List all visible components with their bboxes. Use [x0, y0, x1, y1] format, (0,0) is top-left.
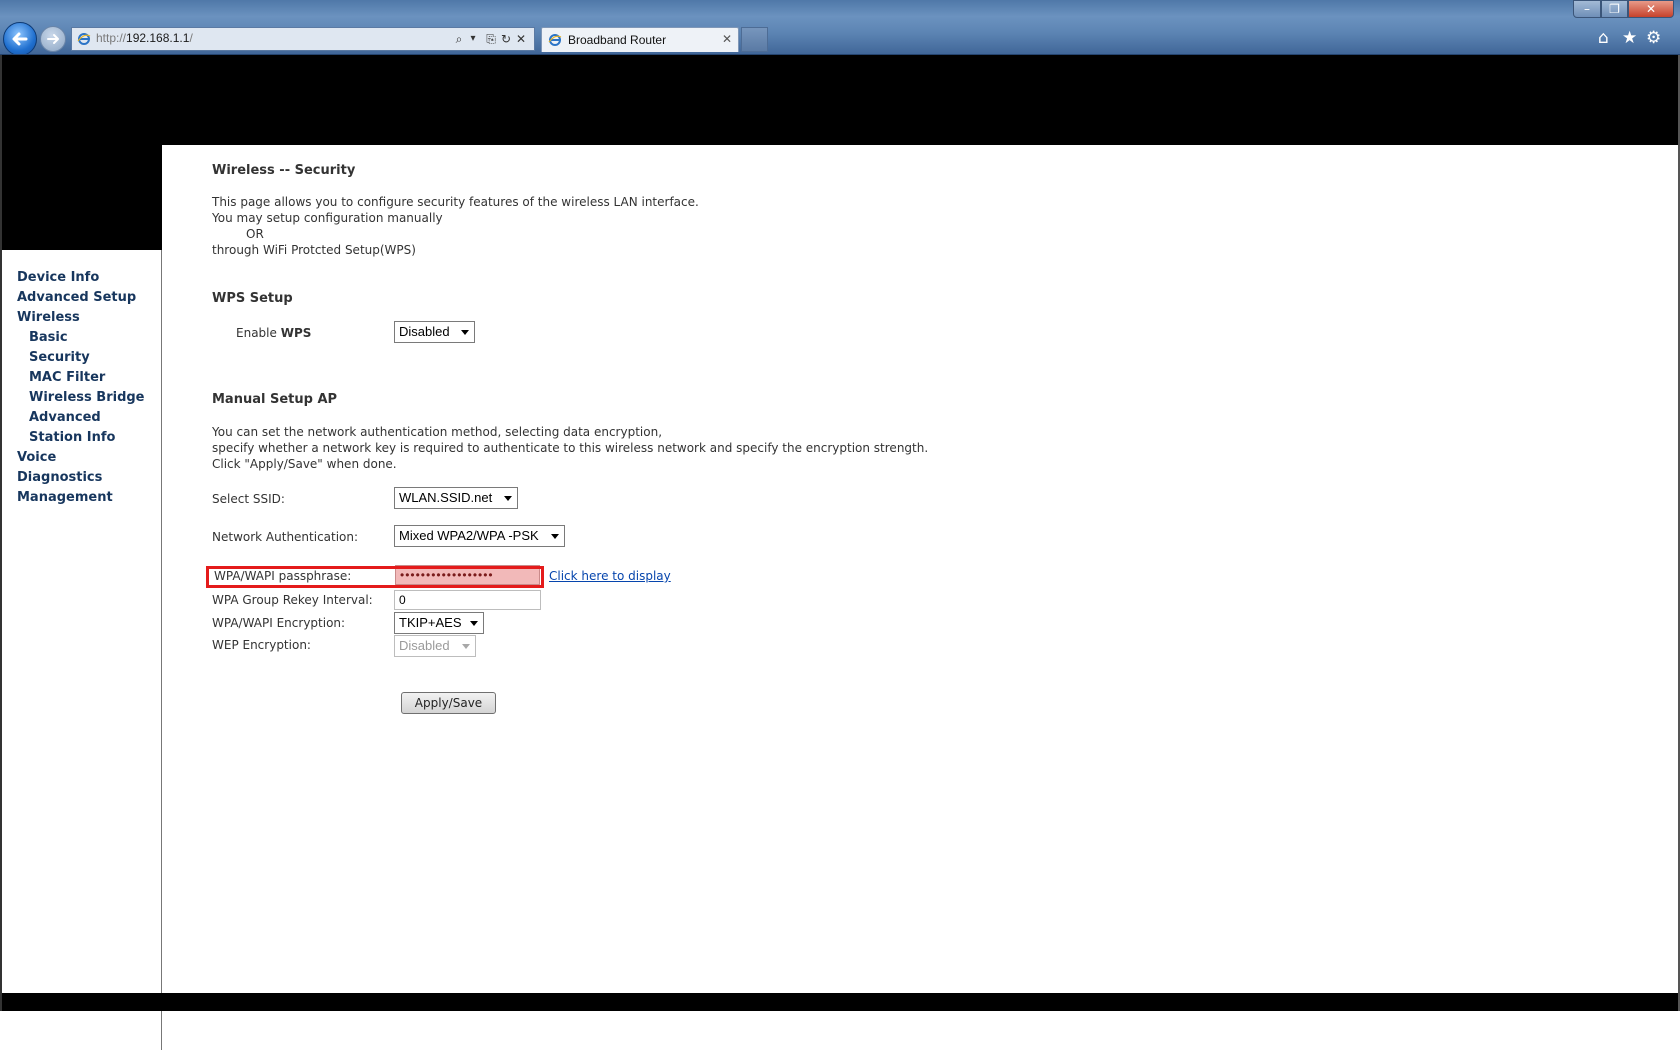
stop-icon[interactable]: ✕: [514, 31, 528, 47]
menu-wireless-security[interactable]: Security: [29, 350, 90, 365]
page-title: Wireless -- Security: [212, 163, 356, 178]
chevron-down-icon: [551, 534, 559, 539]
menu-advanced-setup[interactable]: Advanced Setup: [17, 290, 136, 305]
ssid-label: Select SSID:: [212, 492, 285, 506]
menu-mac-filter[interactable]: MAC Filter: [29, 370, 105, 385]
window-controls: – ❐ ✕: [1573, 0, 1674, 20]
tools-gear-icon[interactable]: ⚙: [1646, 28, 1661, 48]
enable-wps-prefix: Enable: [236, 326, 281, 340]
tab-close-icon[interactable]: ✕: [722, 32, 732, 46]
forward-button[interactable]: [40, 26, 66, 52]
browser-tab[interactable]: Broadband Router ✕: [541, 27, 739, 52]
wep-select: Disabled: [394, 635, 476, 657]
chevron-down-icon: [504, 496, 512, 501]
manual-desc-1: You can set the network authentication m…: [212, 425, 663, 439]
encryption-label: WPA/WAPI Encryption:: [212, 616, 346, 630]
enable-wps-label: Enable WPS: [236, 326, 311, 340]
menu-station-info[interactable]: Station Info: [29, 430, 115, 445]
passphrase-highlight: [206, 566, 544, 588]
chevron-down-icon: [462, 644, 470, 649]
favorites-star-icon[interactable]: ★: [1622, 28, 1637, 48]
wep-value: Disabled: [399, 638, 450, 653]
enable-wps-bold: WPS: [280, 326, 312, 340]
back-arrow-icon: [12, 32, 28, 46]
address-host: 192.168.1.1: [126, 31, 190, 45]
ssid-value: WLAN.SSID.net: [399, 490, 493, 505]
wps-heading: WPS Setup: [212, 291, 293, 306]
back-button[interactable]: [3, 22, 37, 56]
manual-setup-heading: Manual Setup AP: [212, 392, 338, 407]
address-bar[interactable]: http://192.168.1.1/ ⌕ ▾ ⎘ ↻ ✕: [71, 27, 535, 51]
compatibility-view-icon[interactable]: ⎘: [484, 31, 498, 47]
encryption-select[interactable]: TKIP+AES: [394, 612, 484, 634]
manual-desc-2: specify whether a network key is require…: [212, 441, 929, 455]
show-passphrase-link[interactable]: Click here to display: [549, 569, 671, 583]
enable-wps-value: Disabled: [399, 324, 450, 339]
intro-line-3: through WiFi Protcted Setup(WPS): [212, 243, 416, 257]
address-protocol: http://: [96, 31, 127, 45]
auth-value: Mixed WPA2/WPA -PSK: [399, 528, 539, 543]
menu-wireless-basic[interactable]: Basic: [29, 330, 68, 345]
menu-management[interactable]: Management: [17, 490, 113, 505]
content-panel: [162, 145, 1680, 1051]
minimize-button[interactable]: –: [1573, 0, 1601, 18]
sidebar-header: [2, 145, 162, 250]
wep-label: WEP Encryption:: [212, 638, 311, 652]
auth-label: Network Authentication:: [212, 530, 359, 544]
forward-arrow-icon: [47, 34, 59, 44]
home-icon[interactable]: ⌂: [1598, 28, 1609, 48]
sidebar-menu: Device Info Advanced Setup Wireless Basi…: [2, 250, 162, 1050]
menu-diagnostics[interactable]: Diagnostics: [17, 470, 102, 485]
enable-wps-select[interactable]: Disabled: [394, 321, 475, 343]
menu-device-info[interactable]: Device Info: [17, 270, 99, 285]
page-viewport: Device Info Advanced Setup Wireless Basi…: [0, 55, 1680, 1051]
search-icon[interactable]: ⌕: [452, 31, 466, 47]
auth-select[interactable]: Mixed WPA2/WPA -PSK: [394, 525, 565, 547]
browser-chrome: http://192.168.1.1/ ⌕ ▾ ⎘ ↻ ✕ Broadband …: [0, 0, 1680, 56]
ie-favicon-icon: [77, 33, 91, 45]
intro-or: OR: [246, 227, 264, 241]
menu-wireless-advanced[interactable]: Advanced: [29, 410, 101, 425]
intro-line-2: You may setup configuration manually: [212, 211, 443, 225]
tab-favicon-icon: [548, 34, 562, 46]
menu-wireless[interactable]: Wireless: [17, 310, 80, 325]
rekey-interval-input[interactable]: 0: [394, 590, 541, 610]
close-window-button[interactable]: ✕: [1628, 0, 1674, 18]
router-banner: [2, 55, 1680, 145]
chevron-down-icon: [461, 330, 469, 335]
address-dropdown-icon[interactable]: ▾: [466, 31, 480, 47]
tab-title: Broadband Router: [568, 33, 667, 47]
manual-desc-3: Click "Apply/Save" when done.: [212, 457, 397, 471]
apply-save-button[interactable]: Apply/Save: [401, 692, 496, 714]
encryption-value: TKIP+AES: [399, 615, 462, 630]
address-path: /: [189, 31, 193, 45]
menu-wireless-bridge[interactable]: Wireless Bridge: [29, 390, 145, 405]
menu-voice[interactable]: Voice: [17, 450, 56, 465]
page-footer-bar: [2, 993, 1680, 1011]
ssid-select[interactable]: WLAN.SSID.net: [394, 487, 518, 509]
maximize-button[interactable]: ❐: [1601, 0, 1628, 18]
intro-line-1: This page allows you to configure securi…: [212, 195, 699, 209]
rekey-label: WPA Group Rekey Interval:: [212, 593, 373, 607]
chevron-down-icon: [470, 621, 478, 626]
refresh-icon[interactable]: ↻: [499, 31, 513, 47]
new-tab-button[interactable]: [741, 27, 768, 52]
address-url[interactable]: http://192.168.1.1/: [96, 31, 193, 45]
